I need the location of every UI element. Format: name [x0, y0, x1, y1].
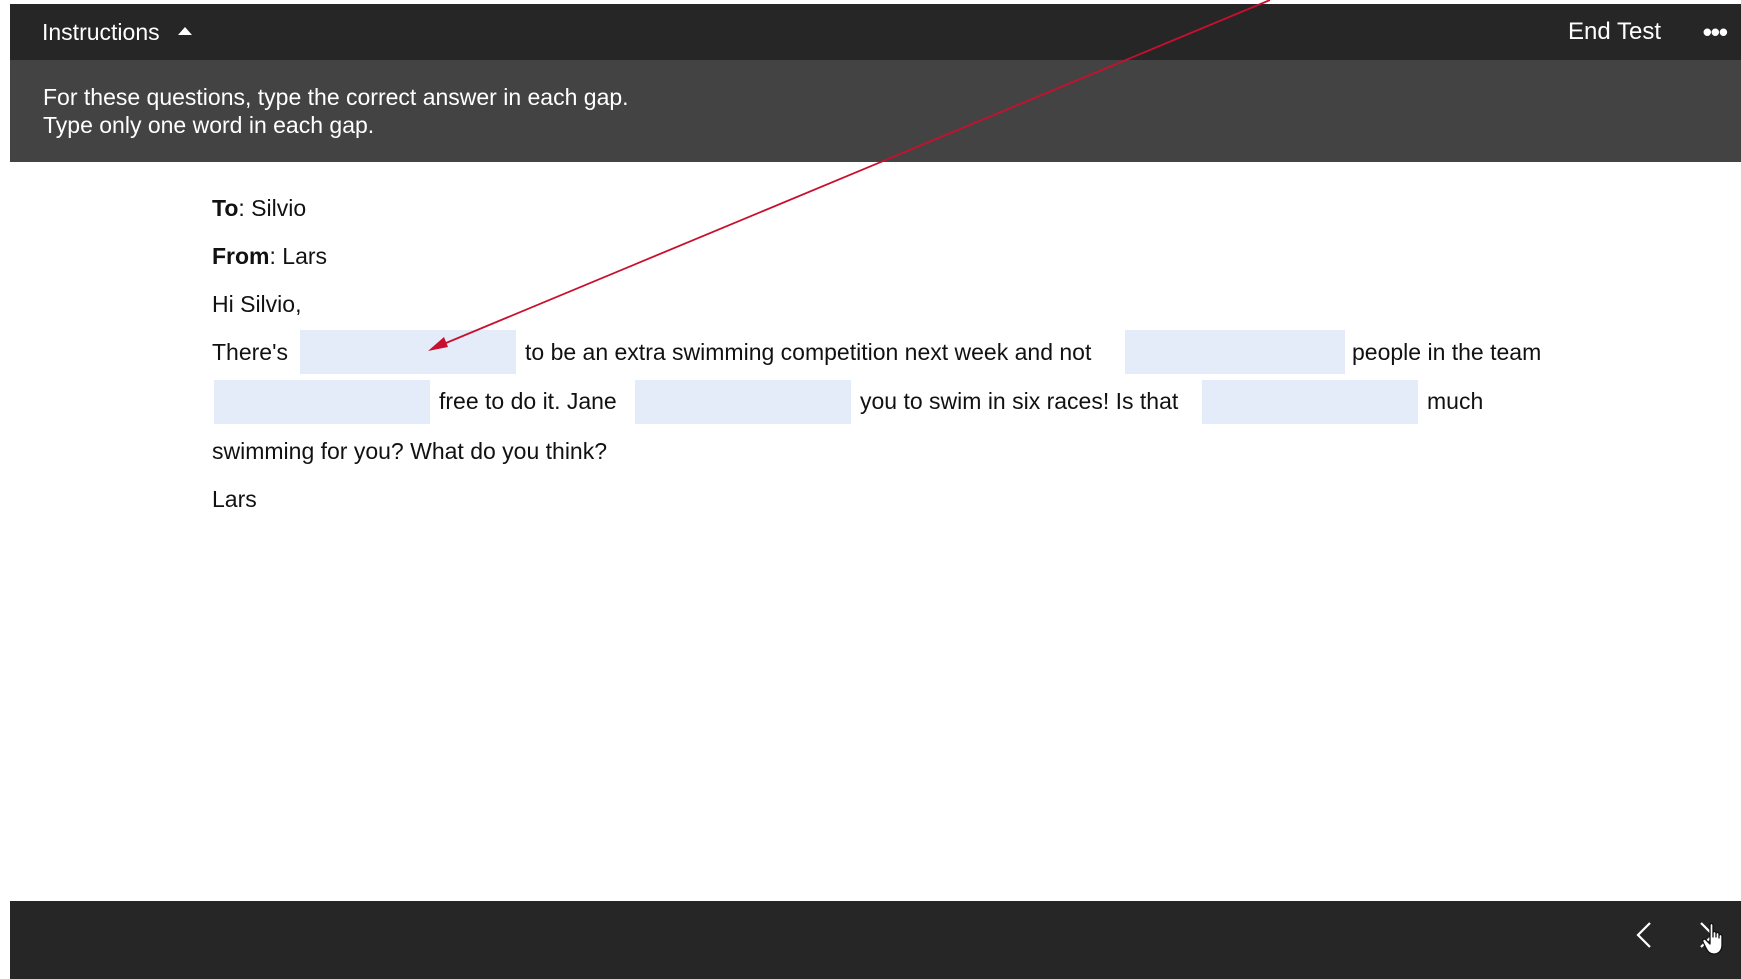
test-screen: Instructions End Test ••• For these ques…	[0, 0, 1741, 979]
sentence-text-2: to be an extra swimming competition next…	[525, 339, 1092, 365]
sentence-text-7: swimming for you? What do you think?	[212, 438, 608, 464]
sentence-text-1: There's	[212, 339, 288, 365]
end-test-button[interactable]: End Test	[1568, 4, 1661, 60]
gap-input-1[interactable]	[300, 330, 516, 374]
gap-input-5[interactable]	[1202, 380, 1418, 424]
chevron-left-icon	[1636, 922, 1651, 948]
email-content: To: Silvio From: Lars Hi Silvio, There's…	[0, 162, 1741, 901]
top-bar: Instructions End Test •••	[10, 4, 1741, 60]
sentence-text-4: free to do it. Jane	[439, 388, 617, 414]
greeting: Hi Silvio,	[212, 291, 302, 317]
signoff: Lars	[212, 486, 257, 512]
instructions-toggle[interactable]: Instructions	[42, 4, 192, 60]
bottom-nav-bar	[10, 901, 1741, 979]
instructions-label: Instructions	[42, 18, 160, 45]
gap-input-4[interactable]	[635, 380, 851, 424]
ellipsis-icon[interactable]: •••	[1703, 4, 1728, 60]
to-value: : Silvio	[238, 195, 307, 221]
hand-pointer-icon	[1702, 922, 1723, 955]
from-label: From	[212, 243, 270, 269]
to-line: To: Silvio	[212, 193, 306, 223]
sentence-text-6: much	[1427, 388, 1484, 414]
instructions-line-2: Type only one word in each gap.	[43, 112, 375, 138]
from-line: From: Lars	[212, 241, 327, 271]
sentence-text-5: you to swim in six races! Is that	[860, 388, 1179, 414]
instructions-line-1: For these questions, type the correct an…	[43, 84, 629, 110]
sentence-text-3: people in the team	[1352, 339, 1542, 365]
caret-up-icon	[177, 27, 192, 35]
instructions-panel: For these questions, type the correct an…	[10, 60, 1741, 162]
previous-button[interactable]	[1630, 915, 1660, 955]
to-label: To	[212, 195, 239, 221]
gap-input-3[interactable]	[214, 380, 430, 424]
from-value: : Lars	[269, 243, 328, 269]
gap-input-2[interactable]	[1125, 330, 1345, 374]
